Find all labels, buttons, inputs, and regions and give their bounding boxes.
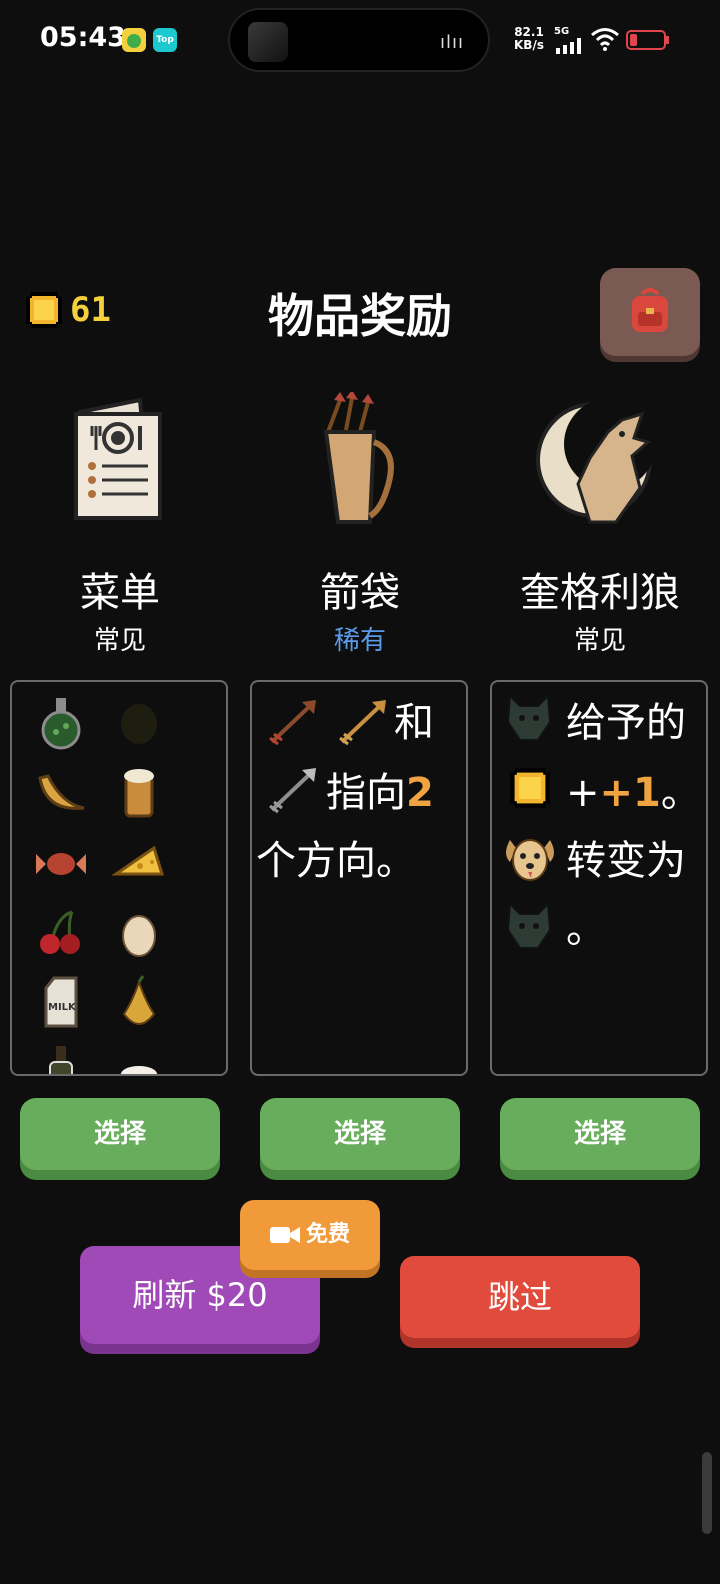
wolf-moon-icon <box>536 398 656 524</box>
scrollbar[interactable] <box>702 1452 712 1534</box>
beer-icon <box>124 769 154 818</box>
desc-directions: 个方向。 <box>256 838 416 884</box>
inventory-button[interactable] <box>600 268 700 356</box>
candy-icon <box>36 853 86 875</box>
potion-icon <box>41 698 81 750</box>
media-thumbnail <box>248 22 288 62</box>
wolf-icon <box>506 693 552 741</box>
audio-wave-icon: ılıı <box>439 32 464 53</box>
item-name-quiver: 箭袋 <box>320 570 400 616</box>
top-app-icon: Top <box>153 28 177 52</box>
dog-icon <box>506 839 554 881</box>
pear-icon <box>122 975 156 1025</box>
arrow-up-right-silver-icon <box>269 768 316 814</box>
desc-plus: ++1。 <box>566 770 701 816</box>
arrow-up-right-gold-icon <box>339 700 386 746</box>
select-button-wolf[interactable]: 选择 <box>500 1098 700 1170</box>
item-rarity-menu: 常见 <box>93 626 146 656</box>
lemon-icon <box>121 704 157 744</box>
skip-button[interactable]: 跳过 <box>400 1256 640 1338</box>
menu-icon <box>74 397 162 520</box>
cat-app-icon <box>122 28 146 52</box>
egg-icon <box>122 915 156 957</box>
select-button-menu[interactable]: 选择 <box>20 1098 220 1170</box>
desc-turn: 转变为 <box>566 838 686 884</box>
desc-point: 指向2 <box>326 770 434 816</box>
wine-bottle-icon <box>49 1046 73 1074</box>
gold-coin-icon <box>510 768 550 808</box>
select-button-quiver[interactable]: 选择 <box>260 1098 460 1170</box>
dynamic-island[interactable]: ılıı <box>228 8 490 72</box>
banana-icon <box>38 774 85 810</box>
quiver-icon <box>323 392 394 524</box>
signal-icon <box>556 38 581 54</box>
milk-icon: MILK <box>44 976 78 1028</box>
cherry-icon <box>40 910 80 954</box>
item-name-wolf: 奎格利狼 <box>520 570 680 616</box>
status-bar: 05:43 Top ılıı 82.1 KB/s 5G <box>0 0 720 80</box>
item-description-wolf: 给予的 ++1。 转变为 。 <box>490 680 708 1076</box>
desc-end: 。 <box>566 906 606 952</box>
desc-give: 给予的 <box>566 700 686 746</box>
item-description-quiver: 和 指向2 个方向。 <box>250 680 468 1076</box>
backpack-icon <box>632 288 668 332</box>
free-refresh-button[interactable]: 免费 <box>240 1200 380 1270</box>
clock: 05:43 <box>40 22 126 53</box>
item-rarity-wolf: 常见 <box>573 626 626 656</box>
battery-icon <box>626 30 669 50</box>
video-camera-icon <box>269 1227 300 1243</box>
cheese-icon <box>111 845 165 876</box>
svg-text:MILK: MILK <box>48 1002 77 1013</box>
wifi-icon <box>591 28 619 51</box>
wolf-icon <box>506 901 552 949</box>
signal-type: 5G <box>554 26 570 37</box>
coconut-icon <box>119 1066 159 1074</box>
desc-and: 和 <box>394 700 434 746</box>
network-speed: 82.1 KB/s <box>514 25 544 52</box>
item-description-menu: MILK <box>10 680 228 1076</box>
item-rarity-quiver: 稀有 <box>333 626 386 656</box>
item-name-menu: 菜单 <box>80 570 160 616</box>
arrow-up-right-icon <box>269 700 316 746</box>
